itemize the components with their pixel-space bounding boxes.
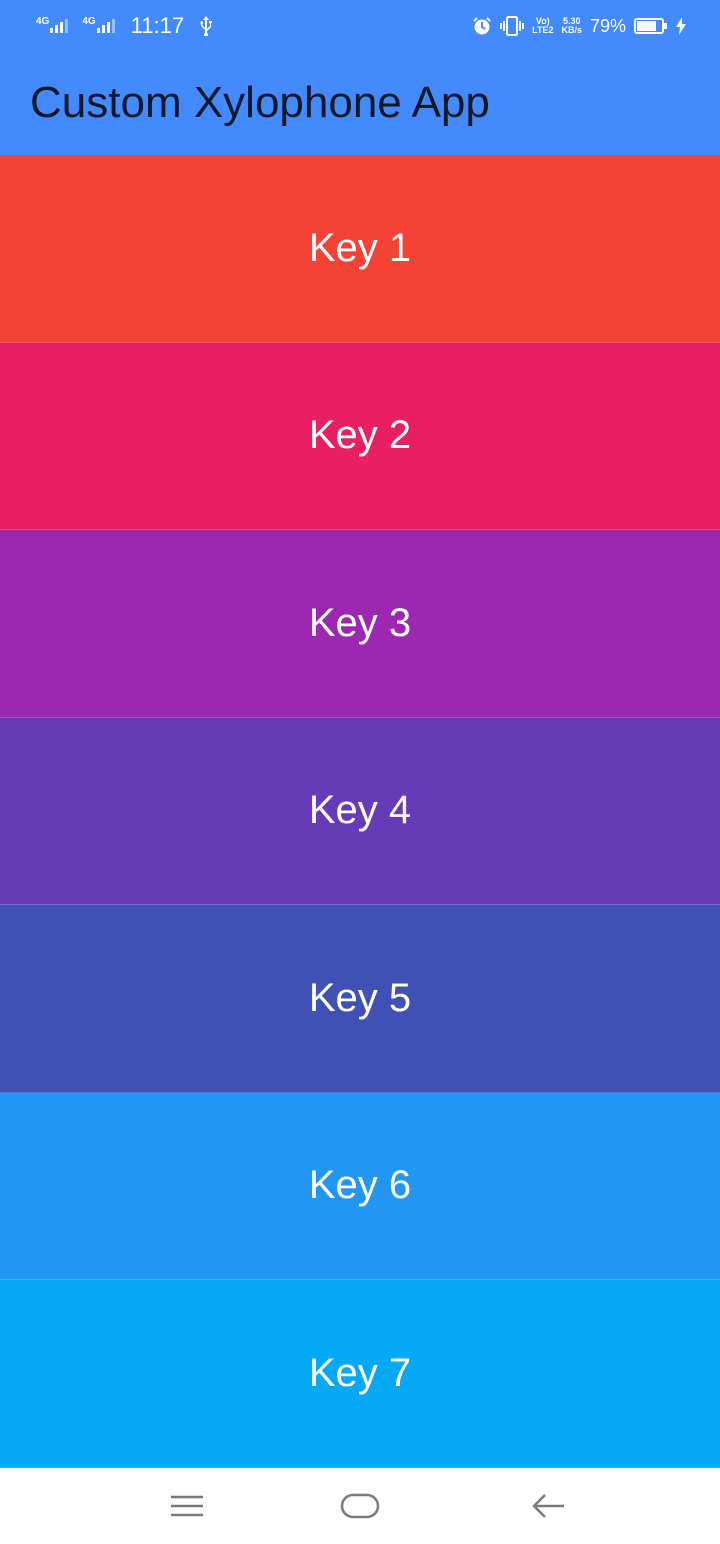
lte-label: LTE2 — [532, 25, 554, 35]
network-speed: 5.30 KB/s — [561, 17, 582, 35]
app-screen: 4G 4G 11:17 Vo) LTE2 5.30 KB/s 79% Custo… — [0, 0, 720, 1544]
alarm-icon — [473, 17, 491, 35]
battery-percent: 79% — [589, 15, 626, 36]
signal-indicator-sim2: 4G — [82, 16, 118, 33]
key-1-button[interactable]: Key 1 — [0, 155, 720, 343]
usb-icon — [200, 16, 213, 36]
back-button[interactable] — [526, 1486, 570, 1526]
page-title: Custom Xylophone App — [30, 78, 490, 127]
network-type-label: 4G — [82, 16, 96, 27]
signal-icon — [96, 19, 115, 33]
home-icon — [340, 1493, 380, 1519]
vibrate-icon — [500, 16, 525, 36]
network-type-label: 4G — [36, 16, 50, 27]
menu-icon — [171, 1495, 203, 1517]
key-3-button[interactable]: Key 3 — [0, 530, 720, 718]
charging-icon — [676, 17, 686, 35]
key-label: Key 7 — [308, 1350, 412, 1395]
back-icon — [532, 1494, 564, 1518]
key-6-button[interactable]: Key 6 — [0, 1092, 720, 1280]
key-label: Key 1 — [308, 225, 412, 270]
speed-unit: KB/s — [561, 25, 582, 35]
volte-indicator: Vo) LTE2 — [532, 17, 553, 35]
clock: 11:17 — [130, 13, 185, 38]
key-label: Key 5 — [308, 975, 412, 1020]
key-label: Key 3 — [308, 600, 412, 645]
key-label: Key 6 — [308, 1163, 412, 1208]
home-button[interactable] — [338, 1486, 382, 1526]
system-nav-bar — [0, 1468, 720, 1544]
app-bar: 4G 4G 11:17 Vo) LTE2 5.30 KB/s 79% Custo… — [0, 0, 720, 155]
xylophone-keys: Key 1 Key 2 Key 3 Key 4 Key 5 Key 6 Key … — [0, 155, 720, 1468]
key-4-button[interactable]: Key 4 — [0, 717, 720, 905]
menu-button[interactable] — [165, 1486, 209, 1526]
key-7-button[interactable]: Key 7 — [0, 1280, 720, 1468]
battery-icon — [634, 18, 667, 34]
key-2-button[interactable]: Key 2 — [0, 342, 720, 530]
key-5-button[interactable]: Key 5 — [0, 905, 720, 1093]
key-label: Key 2 — [308, 413, 412, 458]
signal-indicator-sim1: 4G — [36, 16, 72, 33]
status-bar: 4G 4G 11:17 Vo) LTE2 5.30 KB/s 79% — [0, 0, 720, 52]
key-label: Key 4 — [308, 788, 412, 833]
signal-icon — [50, 19, 69, 33]
